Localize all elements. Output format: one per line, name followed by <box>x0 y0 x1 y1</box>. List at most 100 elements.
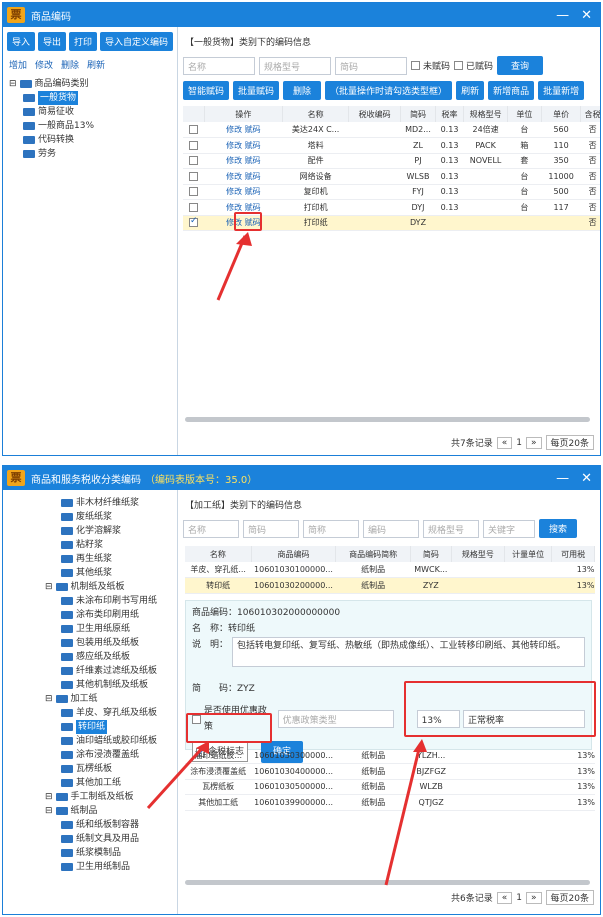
table-row[interactable]: 瓦楞纸板 10601030500000... 纸制品 WLZB 13% <box>185 779 595 795</box>
tree-item[interactable]: 废纸纸浆 <box>9 510 171 524</box>
row-checkbox[interactable] <box>189 140 198 150</box>
table-row[interactable]: 油印蜡纸胶... 10601030300000... 纸制品 YLZH... 13% <box>185 748 595 764</box>
column-header[interactable]: 简码 <box>410 546 452 562</box>
edit-link[interactable]: 修改 <box>226 141 242 150</box>
close-icon[interactable]: ✕ <box>581 471 592 486</box>
tree-item[interactable]: 简易征收 <box>9 105 171 119</box>
model-input[interactable]: 规格型号 <box>423 519 479 538</box>
refresh-link[interactable]: 刷新 <box>87 58 105 71</box>
tree-root[interactable]: ⊟ 商品编码类别 <box>9 77 171 91</box>
tree-item[interactable]: ⊟ 纸制品 <box>9 804 171 818</box>
tree-item[interactable]: ⊟ 手工制纸及纸板 <box>9 790 171 804</box>
tree-item[interactable]: 纸浆模制品 <box>9 846 171 860</box>
tree-item[interactable]: 代码转换 <box>9 133 171 147</box>
add-link[interactable]: 增加 <box>9 58 27 71</box>
edit-link[interactable]: 修改 <box>226 125 242 134</box>
refresh-button[interactable]: 刷新 <box>456 81 485 100</box>
tree-item[interactable]: 油印蜡纸或胶印纸板 <box>9 734 171 748</box>
tree-item[interactable]: ⊟ 加工纸 <box>9 692 171 706</box>
name-input[interactable]: 名称 <box>183 56 255 75</box>
coded-checkbox[interactable] <box>454 61 464 70</box>
column-header[interactable]: 计量单位 <box>504 546 553 562</box>
tree-item[interactable]: 化学溶解浆 <box>9 524 171 538</box>
assign-code-link[interactable]: 赋码 <box>245 187 261 196</box>
name-input[interactable]: 名称 <box>183 519 239 538</box>
column-header[interactable]: 可用税 <box>551 546 595 562</box>
assign-code-link[interactable]: 赋码 <box>245 125 261 134</box>
tree-item[interactable]: 卫生用纸原纸 <box>9 622 171 636</box>
tree-item[interactable]: 瓦楞纸板 <box>9 762 171 776</box>
smart-code-button[interactable]: 智能赋码 <box>183 81 230 100</box>
import-custom-button[interactable]: 导入自定义编码 <box>100 32 174 51</box>
pref-type-select[interactable]: 优惠政策类型 <box>277 710 394 728</box>
column-header[interactable]: 操作 <box>204 106 284 122</box>
assign-code-link[interactable]: 赋码 <box>245 156 261 165</box>
tree-item[interactable]: ⊟ 机制纸及纸板 <box>9 580 171 594</box>
tree-item[interactable]: 卫生用纸制品 <box>9 860 171 874</box>
next-page[interactable]: » <box>526 891 542 904</box>
column-header[interactable]: 商品编码简称 <box>335 546 412 562</box>
model-input[interactable]: 规格型号 <box>259 56 331 75</box>
column-header[interactable]: 税率 <box>435 106 465 122</box>
table-row[interactable]: 转印纸 10601030200000... 纸制品 ZYZ 13% <box>185 577 595 594</box>
assign-code-link[interactable]: 赋码 <box>245 172 261 181</box>
collapse-icon[interactable]: ⊟ <box>45 804 53 818</box>
column-header[interactable]: 名称 <box>185 546 252 562</box>
tree-item[interactable]: 感应纸及纸板 <box>9 650 171 664</box>
uncoded-checkbox[interactable] <box>411 61 420 70</box>
tree-item[interactable]: 纸制文具及用品 <box>9 832 171 846</box>
edit-link[interactable]: 修改 <box>226 156 242 165</box>
tree-item[interactable]: 纸和纸板制容器 <box>9 818 171 832</box>
column-header[interactable]: 单位 <box>507 106 542 122</box>
tree-item[interactable]: 羊皮、穿孔纸及纸板 <box>9 706 171 720</box>
column-header[interactable]: 名称 <box>282 106 349 122</box>
row-checkbox[interactable] <box>189 125 198 134</box>
row-checkbox[interactable] <box>189 156 198 166</box>
tree-item[interactable]: 其他纸浆 <box>9 566 171 580</box>
column-header[interactable]: 商品编码 <box>251 546 337 562</box>
code-input[interactable]: 编码 <box>363 519 419 538</box>
column-header[interactable]: 税收编码 <box>348 106 402 122</box>
abbr-input[interactable]: 简码 <box>335 56 407 75</box>
keyword-input[interactable]: 关键字 <box>483 519 535 538</box>
collapse-icon[interactable]: ⊟ <box>45 692 53 706</box>
assign-code-link[interactable]: 赋码 <box>245 141 261 150</box>
tree-item[interactable]: 非木材纤维纸浆 <box>9 496 171 510</box>
delete-link[interactable]: 删除 <box>61 58 79 71</box>
h-scrollbar[interactable] <box>185 417 590 422</box>
search-button[interactable]: 搜索 <box>539 519 578 538</box>
new-item-button[interactable]: 新增商品 <box>488 81 535 100</box>
table-row[interactable]: 其他加工纸 10601039900000... 纸制品 QTJGZ 13% <box>185 794 595 811</box>
tree-item[interactable]: 一般货物 <box>9 91 171 105</box>
table-row[interactable]: 修改 赋码 网络设备 WLSB 0.13 台 11000 否 <box>183 168 600 185</box>
tree-item[interactable]: 粘籽浆 <box>9 538 171 552</box>
column-header[interactable]: 简码 <box>400 106 436 122</box>
tree-item[interactable]: 再生纸浆 <box>9 552 171 566</box>
row-checkbox[interactable] <box>189 202 198 212</box>
delete-button[interactable]: 删除 <box>283 81 322 100</box>
abbr-input[interactable]: 简码 <box>243 519 299 538</box>
collapse-icon[interactable]: ⊟ <box>45 580 53 594</box>
assign-code-link[interactable]: 赋码 <box>245 203 261 212</box>
batch-new-button[interactable]: 批量新增 <box>538 81 585 100</box>
table-row[interactable]: 修改 赋码 复印机 FYJ 0.13 台 500 否 <box>183 184 600 200</box>
print-button[interactable]: 打印 <box>69 32 98 51</box>
desc-textarea[interactable]: 包括转电复印纸、复写纸、热敏纸（即热成像纸）、工业转移印刷纸、其他转印纸。 <box>232 637 585 667</box>
edit-link[interactable]: 修改 <box>226 172 242 181</box>
row-checkbox[interactable] <box>189 187 198 197</box>
export-button[interactable]: 导出 <box>38 32 67 51</box>
import-button[interactable]: 导入 <box>7 32 36 51</box>
table-row[interactable]: 修改 赋码 配件 PJ 0.13 NOVELL 套 350 否 <box>183 153 600 169</box>
column-header[interactable] <box>183 106 205 122</box>
prev-page[interactable]: « <box>496 436 513 449</box>
table-row[interactable]: 涂布浸渍覆盖纸 10601030400000... 纸制品 BJZFGZ 13% <box>185 763 595 780</box>
column-header[interactable]: 单价 <box>541 106 582 122</box>
tree-item[interactable]: 其他加工纸 <box>9 776 171 790</box>
page-size-select[interactable]: 每页20条 <box>545 890 594 905</box>
column-header[interactable]: 规格型号 <box>463 106 508 122</box>
next-page[interactable]: » <box>526 436 542 449</box>
column-header[interactable]: 规格型号 <box>451 546 506 562</box>
collapse-icon[interactable]: ⊟ <box>45 790 53 804</box>
tree-item[interactable]: 涂布浸渍覆盖纸 <box>9 748 171 762</box>
prev-page[interactable]: « <box>496 891 513 904</box>
